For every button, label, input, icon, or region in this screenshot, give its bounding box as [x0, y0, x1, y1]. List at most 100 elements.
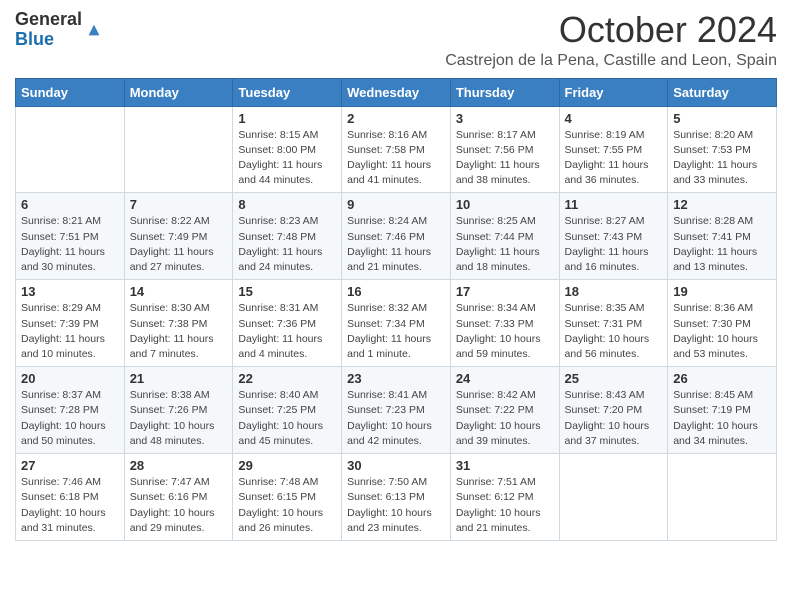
day-info: Sunrise: 8:36 AMSunset: 7:30 PMDaylight:… — [673, 301, 771, 362]
day-number: 9 — [347, 197, 445, 212]
day-info: Sunrise: 8:45 AMSunset: 7:19 PMDaylight:… — [673, 388, 771, 449]
day-number: 3 — [456, 111, 554, 126]
calendar-week-row: 1 Sunrise: 8:15 AMSunset: 8:00 PMDaylight… — [16, 106, 777, 193]
calendar-cell: 1 Sunrise: 8:15 AMSunset: 8:00 PMDaylight… — [233, 106, 342, 193]
calendar-cell: 26 Sunrise: 8:45 AMSunset: 7:19 PMDayligh… — [668, 367, 777, 454]
calendar-cell: 4Sunrise: 8:19 AMSunset: 7:55 PMDaylight… — [559, 106, 668, 193]
calendar-cell: 5 Sunrise: 8:20 AMSunset: 7:53 PMDaylight… — [668, 106, 777, 193]
calendar-week-row: 20 Sunrise: 8:37 AMSunset: 7:28 PMDayligh… — [16, 367, 777, 454]
calendar-week-row: 13Sunrise: 8:29 AMSunset: 7:39 PMDayligh… — [16, 280, 777, 367]
calendar-cell: 14 Sunrise: 8:30 AMSunset: 7:38 PMDayligh… — [124, 280, 233, 367]
location-title: Castrejon de la Pena, Castille and Leon,… — [445, 52, 777, 70]
calendar-cell: 17 Sunrise: 8:34 AMSunset: 7:33 PMDayligh… — [450, 280, 559, 367]
calendar-table: SundayMondayTuesdayWednesdayThursdayFrid… — [15, 78, 777, 541]
day-info: Sunrise: 8:35 AMSunset: 7:31 PMDaylight:… — [565, 301, 663, 362]
logo-text-general: General — [15, 9, 82, 29]
day-info: Sunrise: 8:34 AMSunset: 7:33 PMDaylight:… — [456, 301, 554, 362]
day-info: Sunrise: 8:17 AMSunset: 7:56 PMDaylight:… — [456, 128, 554, 189]
header-friday: Friday — [559, 78, 668, 106]
calendar-cell: 28 Sunrise: 7:47 AMSunset: 6:16 PMDayligh… — [124, 454, 233, 541]
logo-text-blue: Blue — [15, 29, 54, 49]
day-info: Sunrise: 7:48 AMSunset: 6:15 PMDaylight:… — [238, 475, 336, 536]
calendar-cell: 19Sunrise: 8:36 AMSunset: 7:30 PMDayligh… — [668, 280, 777, 367]
calendar-cell: 22 Sunrise: 8:40 AMSunset: 7:25 PMDayligh… — [233, 367, 342, 454]
calendar-cell — [16, 106, 125, 193]
day-info: Sunrise: 7:47 AMSunset: 6:16 PMDaylight:… — [130, 475, 228, 536]
logo-icon — [85, 21, 103, 39]
day-info: Sunrise: 8:27 AMSunset: 7:43 PMDaylight:… — [565, 214, 663, 275]
day-info: Sunrise: 7:46 AMSunset: 6:18 PMDaylight:… — [21, 475, 119, 536]
month-title: October 2024 — [445, 10, 777, 50]
header-thursday: Thursday — [450, 78, 559, 106]
day-number: 22 — [238, 371, 336, 386]
day-number: 25 — [565, 371, 663, 386]
day-info: Sunrise: 8:31 AMSunset: 7:36 PMDaylight:… — [238, 301, 336, 362]
day-number: 12 — [673, 197, 771, 212]
day-number: 26 — [673, 371, 771, 386]
calendar-cell: 7 Sunrise: 8:22 AMSunset: 7:49 PMDaylight… — [124, 193, 233, 280]
day-number: 14 — [130, 284, 228, 299]
header-wednesday: Wednesday — [342, 78, 451, 106]
calendar-cell: 3 Sunrise: 8:17 AMSunset: 7:56 PMDaylight… — [450, 106, 559, 193]
calendar-week-row: 6 Sunrise: 8:21 AMSunset: 7:51 PMDaylight… — [16, 193, 777, 280]
calendar-cell: 11 Sunrise: 8:27 AMSunset: 7:43 PMDayligh… — [559, 193, 668, 280]
calendar-cell — [668, 454, 777, 541]
day-info: Sunrise: 8:43 AMSunset: 7:20 PMDaylight:… — [565, 388, 663, 449]
day-info: Sunrise: 8:22 AMSunset: 7:49 PMDaylight:… — [130, 214, 228, 275]
day-number: 24 — [456, 371, 554, 386]
day-number: 18 — [565, 284, 663, 299]
calendar-cell: 23 Sunrise: 8:41 AMSunset: 7:23 PMDayligh… — [342, 367, 451, 454]
calendar-cell: 10Sunrise: 8:25 AMSunset: 7:44 PMDayligh… — [450, 193, 559, 280]
day-info: Sunrise: 8:30 AMSunset: 7:38 PMDaylight:… — [130, 301, 228, 362]
title-area: October 2024 Castrejon de la Pena, Casti… — [445, 10, 777, 70]
day-info: Sunrise: 8:21 AMSunset: 7:51 PMDaylight:… — [21, 214, 119, 275]
day-number: 27 — [21, 458, 119, 473]
day-number: 6 — [21, 197, 119, 212]
day-number: 10 — [456, 197, 554, 212]
calendar-cell: 27 Sunrise: 7:46 AMSunset: 6:18 PMDayligh… — [16, 454, 125, 541]
day-number: 17 — [456, 284, 554, 299]
day-number: 29 — [238, 458, 336, 473]
day-number: 1 — [238, 111, 336, 126]
header-tuesday: Tuesday — [233, 78, 342, 106]
calendar-cell: 21Sunrise: 8:38 AMSunset: 7:26 PMDayligh… — [124, 367, 233, 454]
day-number: 7 — [130, 197, 228, 212]
logo: General Blue — [15, 10, 103, 50]
calendar-cell: 16Sunrise: 8:32 AMSunset: 7:34 PMDayligh… — [342, 280, 451, 367]
calendar-cell: 15 Sunrise: 8:31 AMSunset: 7:36 PMDayligh… — [233, 280, 342, 367]
calendar-cell — [124, 106, 233, 193]
day-number: 13 — [21, 284, 119, 299]
day-number: 30 — [347, 458, 445, 473]
calendar-cell: 20 Sunrise: 8:37 AMSunset: 7:28 PMDayligh… — [16, 367, 125, 454]
day-number: 2 — [347, 111, 445, 126]
calendar-cell: 18 Sunrise: 8:35 AMSunset: 7:31 PMDayligh… — [559, 280, 668, 367]
calendar-cell — [559, 454, 668, 541]
day-info: Sunrise: 8:28 AMSunset: 7:41 PMDaylight:… — [673, 214, 771, 275]
day-number: 23 — [347, 371, 445, 386]
day-info: Sunrise: 8:15 AMSunset: 8:00 PMDaylight:… — [238, 128, 336, 189]
day-number: 15 — [238, 284, 336, 299]
calendar-cell: 8Sunrise: 8:23 AMSunset: 7:48 PMDaylight… — [233, 193, 342, 280]
day-number: 21 — [130, 371, 228, 386]
day-number: 11 — [565, 197, 663, 212]
calendar-cell: 24Sunrise: 8:42 AMSunset: 7:22 PMDayligh… — [450, 367, 559, 454]
calendar-cell: 2 Sunrise: 8:16 AMSunset: 7:58 PMDaylight… — [342, 106, 451, 193]
page-header: General Blue October 2024 Castrejon de l… — [15, 10, 777, 70]
calendar-cell: 30 Sunrise: 7:50 AMSunset: 6:13 PMDayligh… — [342, 454, 451, 541]
day-info: Sunrise: 8:20 AMSunset: 7:53 PMDaylight:… — [673, 128, 771, 189]
calendar-cell: 12 Sunrise: 8:28 AMSunset: 7:41 PMDayligh… — [668, 193, 777, 280]
day-info: Sunrise: 8:16 AMSunset: 7:58 PMDaylight:… — [347, 128, 445, 189]
day-info: Sunrise: 7:50 AMSunset: 6:13 PMDaylight:… — [347, 475, 445, 536]
day-info: Sunrise: 8:41 AMSunset: 7:23 PMDaylight:… — [347, 388, 445, 449]
day-number: 5 — [673, 111, 771, 126]
day-info: Sunrise: 8:37 AMSunset: 7:28 PMDaylight:… — [21, 388, 119, 449]
day-info: Sunrise: 8:32 AMSunset: 7:34 PMDaylight:… — [347, 301, 445, 362]
calendar-cell: 31Sunrise: 7:51 AMSunset: 6:12 PMDayligh… — [450, 454, 559, 541]
day-number: 20 — [21, 371, 119, 386]
day-number: 28 — [130, 458, 228, 473]
day-info: Sunrise: 8:40 AMSunset: 7:25 PMDaylight:… — [238, 388, 336, 449]
day-info: Sunrise: 7:51 AMSunset: 6:12 PMDaylight:… — [456, 475, 554, 536]
day-info: Sunrise: 8:23 AMSunset: 7:48 PMDaylight:… — [238, 214, 336, 275]
day-info: Sunrise: 8:19 AMSunset: 7:55 PMDaylight:… — [565, 128, 663, 189]
header-monday: Monday — [124, 78, 233, 106]
